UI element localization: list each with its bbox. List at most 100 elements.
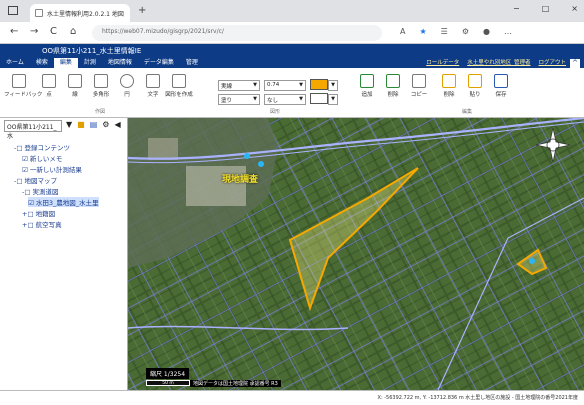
create-shape-label: 図形を作成 bbox=[165, 92, 193, 98]
browser-toolbar-icons: A ★ ☰ ⚙ ● … bbox=[400, 27, 512, 36]
polygon-icon bbox=[94, 74, 108, 88]
read-aloud-icon[interactable]: A bbox=[400, 27, 405, 36]
url-input[interactable]: https://web07.mizudo/gisgrp/2021/srv/c/ bbox=[92, 25, 382, 41]
dropdown-arrow-icon: ▼ bbox=[253, 96, 257, 102]
tree-item-map[interactable]: -□ 地図マップ bbox=[14, 175, 57, 185]
dropdown-arrow-icon: ▼ bbox=[299, 82, 303, 88]
compass-icon bbox=[536, 128, 570, 162]
menu-home[interactable]: ホーム bbox=[0, 58, 30, 68]
new-tab-button[interactable]: + bbox=[138, 5, 146, 16]
tab-actions-icon[interactable] bbox=[8, 6, 18, 15]
line-style-select[interactable]: 実線 ▼ bbox=[218, 80, 260, 91]
layer-panel bbox=[0, 118, 128, 390]
dropdown-arrow-icon: ▼ bbox=[253, 82, 257, 88]
scale-bar: 50 m bbox=[146, 380, 190, 386]
menu-measure[interactable]: 計測 bbox=[78, 58, 102, 68]
role-data-link[interactable]: ロールデータ bbox=[426, 58, 459, 66]
fill-select[interactable]: なし ▼ bbox=[264, 94, 306, 105]
map-view[interactable] bbox=[128, 118, 584, 390]
tree-item-new-memo[interactable]: ☑ 新しいメモ bbox=[22, 153, 62, 163]
list-icon[interactable]: ▤ bbox=[90, 120, 98, 129]
menu-edit[interactable]: 編集 bbox=[53, 58, 78, 68]
tree-item-aerial[interactable]: +□ 航空写真 bbox=[22, 219, 62, 229]
group-label-shape: 図形 bbox=[270, 109, 281, 115]
browser-tab[interactable]: 水土里情報利用2.0.2.1 地図 x bbox=[30, 4, 130, 22]
fill-value: なし bbox=[267, 98, 279, 104]
extensions-icon[interactable]: ⚙ bbox=[462, 27, 469, 36]
group-label-edit: 編集 bbox=[462, 109, 473, 115]
trash-icon bbox=[386, 74, 400, 88]
fill-style-select[interactable]: 塗り ▼ bbox=[218, 94, 260, 105]
tree-item-contents[interactable]: -□ 登録コンテンツ bbox=[14, 142, 70, 152]
more-icon[interactable]: … bbox=[504, 27, 512, 36]
point-icon bbox=[42, 74, 56, 88]
cursor-icon bbox=[172, 74, 186, 88]
cut-icon bbox=[442, 74, 456, 88]
add-icon bbox=[360, 74, 374, 88]
save-label: 保存 bbox=[495, 92, 507, 98]
line-width-value: 0.74 bbox=[267, 82, 280, 88]
tree-item-paddy-layer[interactable]: ☑ 水田3_農地図_水土里 bbox=[28, 197, 99, 207]
profile-icon[interactable]: ● bbox=[483, 27, 490, 36]
menu-data-edit[interactable]: データ編集 bbox=[138, 58, 180, 68]
line-color-swatch[interactable] bbox=[310, 79, 328, 90]
feedback-label: フィードバック bbox=[4, 92, 43, 98]
tree-item-new-measure[interactable]: ☑ 一新しい計測結果 bbox=[22, 164, 82, 174]
favorite-star-icon[interactable]: ★ bbox=[419, 27, 426, 36]
line-icon bbox=[68, 74, 82, 88]
text-icon bbox=[146, 74, 160, 88]
dropdown-arrow-icon[interactable]: ▼ bbox=[66, 120, 72, 129]
fill-style-value: 塗り bbox=[221, 98, 233, 104]
line-color-dropdown[interactable]: ▼ bbox=[328, 80, 338, 91]
minimize-button[interactable]: − bbox=[513, 4, 520, 13]
menu-search[interactable]: 検索 bbox=[30, 58, 54, 68]
copy-icon bbox=[412, 74, 426, 88]
create-shape-button[interactable]: 図形を作成 bbox=[164, 74, 194, 98]
menu-admin[interactable]: 管理 bbox=[180, 58, 204, 68]
logout-link[interactable]: ログアウト bbox=[538, 58, 566, 66]
home-button[interactable]: ⌂ bbox=[70, 26, 76, 37]
user-link[interactable]: 水土里やれ別地区_管理者 bbox=[467, 58, 530, 66]
menu-map-info[interactable]: 地図情報 bbox=[102, 58, 138, 68]
poi-label: 現地調査 bbox=[222, 175, 259, 185]
copy-label: コピー bbox=[410, 92, 428, 98]
tree-item-cadastral[interactable]: +□ 地籍図 bbox=[22, 208, 55, 218]
collections-icon[interactable]: ☰ bbox=[441, 27, 448, 36]
panel-tools: ▼ ■ ▤ ⚙ ◀ bbox=[66, 120, 121, 129]
close-window-button[interactable]: × bbox=[571, 4, 578, 13]
fill-color-swatch[interactable] bbox=[310, 93, 328, 104]
collapse-ribbon-button[interactable]: ^ bbox=[570, 59, 580, 68]
forward-button[interactable]: → bbox=[30, 26, 38, 37]
favicon-icon bbox=[35, 9, 43, 17]
save-icon bbox=[494, 74, 508, 88]
tree-item-survey[interactable]: -□ 実測道図 bbox=[22, 186, 59, 196]
dropdown-arrow-icon: ▼ bbox=[331, 82, 335, 88]
collapse-panel-icon[interactable]: ◀ bbox=[114, 120, 120, 129]
header-links: ロールデータ 水土里やれ別地区_管理者 ログアウト bbox=[426, 58, 566, 66]
settings-icon[interactable]: ⚙ bbox=[102, 120, 109, 129]
feedback-icon bbox=[12, 74, 26, 88]
line-style-value: 実線 bbox=[221, 84, 233, 90]
app-title: OO県第11小211_水土里情報IE bbox=[42, 47, 142, 55]
map-attribution: 地図データは国土地理院 承認番号 R3 bbox=[190, 380, 281, 387]
window-controls: − □ × bbox=[513, 4, 578, 13]
dropdown-arrow-icon: ▼ bbox=[331, 96, 335, 102]
folder-icon bbox=[468, 74, 482, 88]
scale-label: 縮尺 1/3254 bbox=[146, 368, 190, 379]
save-button[interactable]: 保存 bbox=[486, 74, 516, 98]
tab-title: 水土里情報利用2.0.2.1 地図 x bbox=[47, 10, 125, 18]
map-canvas[interactable] bbox=[128, 118, 584, 390]
coordinates-readout: X: -56392.722 m, Y: -13712.836 m 水土里し地区の… bbox=[377, 395, 578, 401]
dropdown-arrow-icon: ▼ bbox=[299, 96, 303, 102]
circle-icon bbox=[120, 74, 134, 88]
line-width-select[interactable]: 0.74 ▼ bbox=[264, 80, 306, 91]
feedback-button[interactable]: フィードバック bbox=[4, 74, 43, 98]
layer-select[interactable]: OO県第11小211_水 bbox=[4, 120, 62, 140]
reload-button[interactable]: C bbox=[50, 26, 57, 37]
copy-button[interactable]: コピー bbox=[404, 74, 434, 98]
group-label-draw: 作図 bbox=[95, 109, 106, 115]
maximize-button[interactable]: □ bbox=[542, 4, 550, 13]
fill-color-dropdown[interactable]: ▼ bbox=[328, 94, 338, 105]
folder-icon[interactable]: ■ bbox=[77, 120, 85, 129]
back-button[interactable]: ← bbox=[10, 26, 18, 37]
